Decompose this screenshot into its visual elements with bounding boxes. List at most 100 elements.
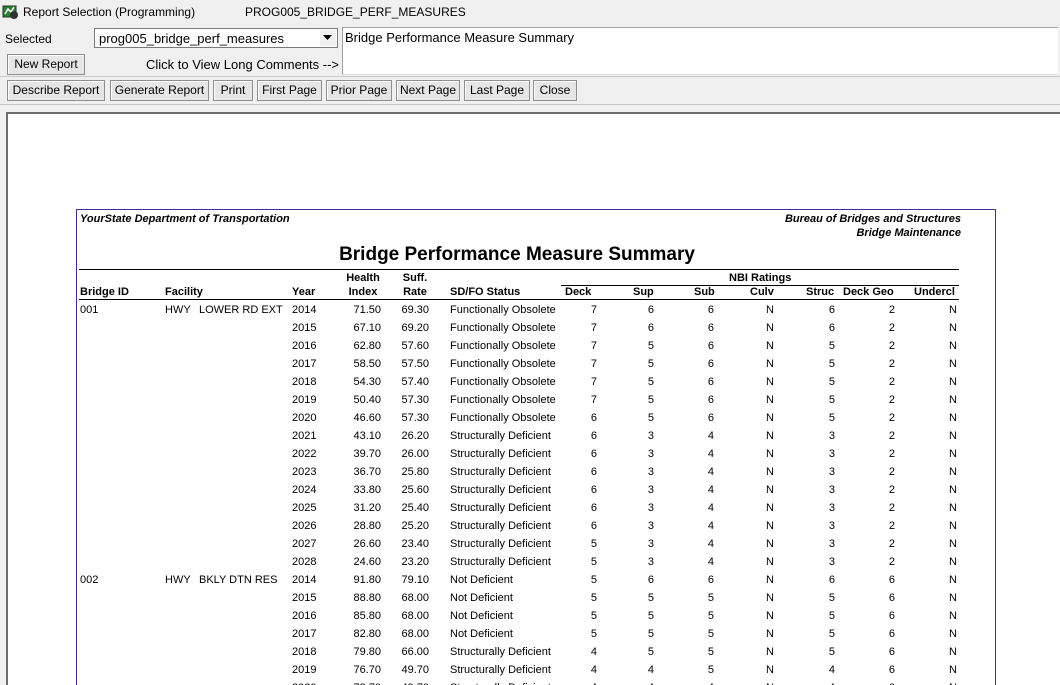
cell-sub: 4 (707, 466, 714, 478)
long-comments-link[interactable]: Click to View Long Comments --> (146, 57, 339, 72)
cell-deck: 6 (590, 520, 597, 532)
cell-sup: 5 (647, 358, 654, 370)
cell-health-index: 39.70 (353, 448, 381, 460)
cell-sub: 6 (707, 394, 714, 406)
cell-culv: N (766, 358, 774, 370)
report-select[interactable]: prog005_bridge_perf_measures (94, 28, 338, 48)
first-page-button[interactable]: First Page (257, 80, 322, 101)
cell-undercl: N (949, 664, 957, 676)
report-description-box[interactable]: Bridge Performance Measure Summary (342, 27, 1058, 75)
cell-year: 2027 (292, 538, 317, 550)
cell-struc: 6 (828, 574, 835, 586)
cell-undercl: N (949, 646, 957, 658)
cell-undercl: N (949, 376, 957, 388)
cell-undercl: N (949, 520, 957, 532)
toolbar-button-label: Last Page (469, 83, 525, 97)
cell-struc: 3 (828, 538, 835, 550)
cell-sub: 4 (707, 484, 714, 496)
cell-health-index: 91.80 (353, 574, 381, 586)
report-select-dropdown-button[interactable] (320, 30, 336, 46)
cell-facility-name: BKLY DTN RES (199, 574, 278, 586)
cell-health-index: 88.80 (353, 592, 381, 604)
cell-status: Functionally Obsolete (450, 304, 556, 316)
cell-health-index: 43.10 (353, 430, 381, 442)
cell-culv: N (766, 574, 774, 586)
cell-suff-rate: 69.30 (401, 304, 429, 316)
cell-struc: 6 (828, 322, 835, 334)
cell-culv: N (766, 394, 774, 406)
cell-suff-rate: 57.50 (401, 358, 429, 370)
toolbar-button-label: Describe Report (12, 83, 100, 97)
cell-sup: 6 (647, 322, 654, 334)
cell-struc: 5 (828, 592, 835, 604)
cell-sup: 3 (647, 502, 654, 514)
cell-struc: 5 (828, 376, 835, 388)
new-report-button[interactable]: New Report (7, 54, 85, 75)
cell-sub: 4 (707, 430, 714, 442)
cell-sub: 5 (707, 610, 714, 622)
col-sub: Sub (694, 286, 715, 298)
cell-sup: 5 (647, 592, 654, 604)
bureau-name: Bureau of Bridges and Structures (784, 213, 961, 225)
cell-year: 2022 (292, 448, 317, 460)
cell-undercl: N (949, 556, 957, 568)
cell-status: Not Deficient (450, 628, 513, 640)
cell-health-index: 71.50 (353, 304, 381, 316)
cell-health-index: 85.80 (353, 610, 381, 622)
close-button[interactable]: Close (533, 80, 577, 101)
cell-deck-geo: 2 (888, 556, 895, 568)
cell-struc: 3 (828, 448, 835, 460)
cell-suff-rate: 25.80 (401, 466, 429, 478)
cell-sup: 3 (647, 448, 654, 460)
cell-undercl: N (949, 574, 957, 586)
toolbar-button-label: First Page (262, 83, 317, 97)
col-culv: Culv (750, 286, 774, 298)
cell-year: 2018 (292, 646, 317, 658)
last-page-button[interactable]: Last Page (464, 80, 530, 101)
report-viewer[interactable]: YourState Department of Transportation B… (6, 112, 1060, 685)
col-suff-line1: Suff. (402, 272, 428, 284)
cell-deck-geo: 2 (888, 538, 895, 550)
cell-struc: 3 (828, 484, 835, 496)
col-status: SD/FO Status (450, 286, 521, 298)
next-page-button[interactable]: Next Page (396, 80, 460, 101)
cell-sub: 4 (707, 538, 714, 550)
col-struc: Struc (806, 286, 835, 298)
window-title: Report Selection (Programming) (23, 5, 196, 19)
app-icon (2, 5, 18, 19)
cell-sub: 5 (707, 664, 714, 676)
cell-status: Structurally Deficient (450, 502, 551, 514)
cell-health-index: 24.60 (353, 556, 381, 568)
cell-year: 2014 (292, 304, 317, 316)
cell-suff-rate: 49.70 (401, 664, 429, 676)
cell-status: Functionally Obsolete (450, 322, 556, 334)
cell-deck: 6 (590, 430, 597, 442)
cell-bridge-id: 002 (80, 574, 99, 586)
cell-status: Structurally Deficient (450, 520, 551, 532)
cell-deck-geo: 6 (888, 628, 895, 640)
prior-page-button[interactable]: Prior Page (326, 80, 392, 101)
cell-struc: 5 (828, 646, 835, 658)
cell-facility-name: LOWER RD EXT (199, 304, 283, 316)
cell-culv: N (766, 466, 774, 478)
print-button[interactable]: Print (213, 80, 253, 101)
cell-status: Structurally Deficient (450, 448, 551, 460)
cell-undercl: N (949, 502, 957, 514)
cell-undercl: N (949, 484, 957, 496)
cell-undercl: N (949, 448, 957, 460)
cell-health-index: 76.70 (353, 664, 381, 676)
cell-culv: N (766, 322, 774, 334)
cell-health-index: 36.70 (353, 466, 381, 478)
cell-suff-rate: 26.20 (401, 430, 429, 442)
cell-suff-rate: 66.00 (401, 646, 429, 658)
cell-sup: 6 (647, 574, 654, 586)
describe-report-button[interactable]: Describe Report (7, 80, 105, 101)
cell-sub: 6 (707, 322, 714, 334)
cell-suff-rate: 25.60 (401, 484, 429, 496)
cell-sub: 6 (707, 574, 714, 586)
cell-sup: 5 (647, 610, 654, 622)
generate-report-button[interactable]: Generate Report (110, 80, 209, 101)
cell-deck: 4 (590, 664, 597, 676)
cell-deck-geo: 2 (888, 376, 895, 388)
cell-undercl: N (949, 304, 957, 316)
